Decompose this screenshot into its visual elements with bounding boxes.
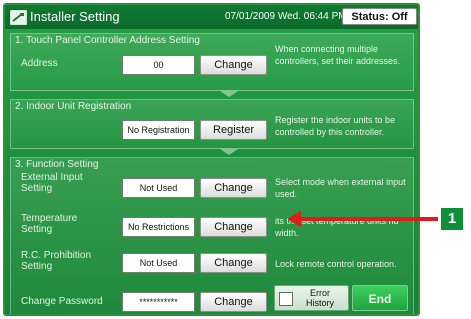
registration-value: No Registration [122,120,195,140]
end-button[interactable]: End [352,285,408,311]
section-title-indoor: 2. Indoor Unit Registration [15,101,132,112]
date-time: 07/01/2009 Wed. 06:44 PM [225,11,347,22]
chevron-down-icon [220,149,238,155]
register-button[interactable]: Register [200,120,267,140]
address-change-button[interactable]: Change [200,55,267,75]
status-badge: Status: Off [342,8,417,25]
rc-prohibition-description: Lock remote control operation. [275,259,397,269]
chevron-down-icon [220,91,238,97]
temperature-change-button[interactable]: Change [200,217,267,237]
section-title-address: 1. Touch Panel Controller Address Settin… [15,35,200,46]
indoor-description: Register the indoor units to be controll… [275,115,396,137]
rc-prohibition-label: R.C. Prohibition Setting [21,250,92,272]
password-change-button[interactable]: Change [200,292,267,312]
rc-prohibition-value: Not Used [122,253,195,273]
password-value: *********** [122,292,195,312]
change-password-label: Change Password [21,296,103,307]
external-input-change-button[interactable]: Change [200,178,267,198]
installer-setting-panel: Installer Setting 07/01/2009 Wed. 06:44 … [3,3,420,316]
external-input-description: Select mode when external input used. [275,177,406,199]
external-input-label: External Input Setting [21,172,83,194]
callout-arrow-head [287,211,301,227]
title-bar: Installer Setting 07/01/2009 Wed. 06:44 … [5,5,418,29]
temperature-label: Temperature Setting [21,213,78,235]
error-history-button[interactable]: Error History [274,285,349,311]
external-input-value: Not Used [122,178,195,198]
indoor-registration-section: 2. Indoor Unit Registration No Registrat… [10,99,414,149]
error-history-label: Error History [305,288,334,308]
callout-number: 1 [441,208,463,230]
callout-arrow-line [300,217,438,221]
section-title-function: 3. Function Setting [15,159,99,170]
temperature-value: No Restrictions [122,217,195,237]
error-history-icon [279,292,293,306]
address-label: Address [21,58,58,69]
address-section: 1. Touch Panel Controller Address Settin… [10,33,414,91]
address-value: 00 [122,55,195,75]
installer-setting-icon [10,10,27,25]
rc-prohibition-change-button[interactable]: Change [200,253,267,273]
page-title: Installer Setting [30,9,120,24]
address-description: When connecting multiple controllers, se… [275,44,401,66]
